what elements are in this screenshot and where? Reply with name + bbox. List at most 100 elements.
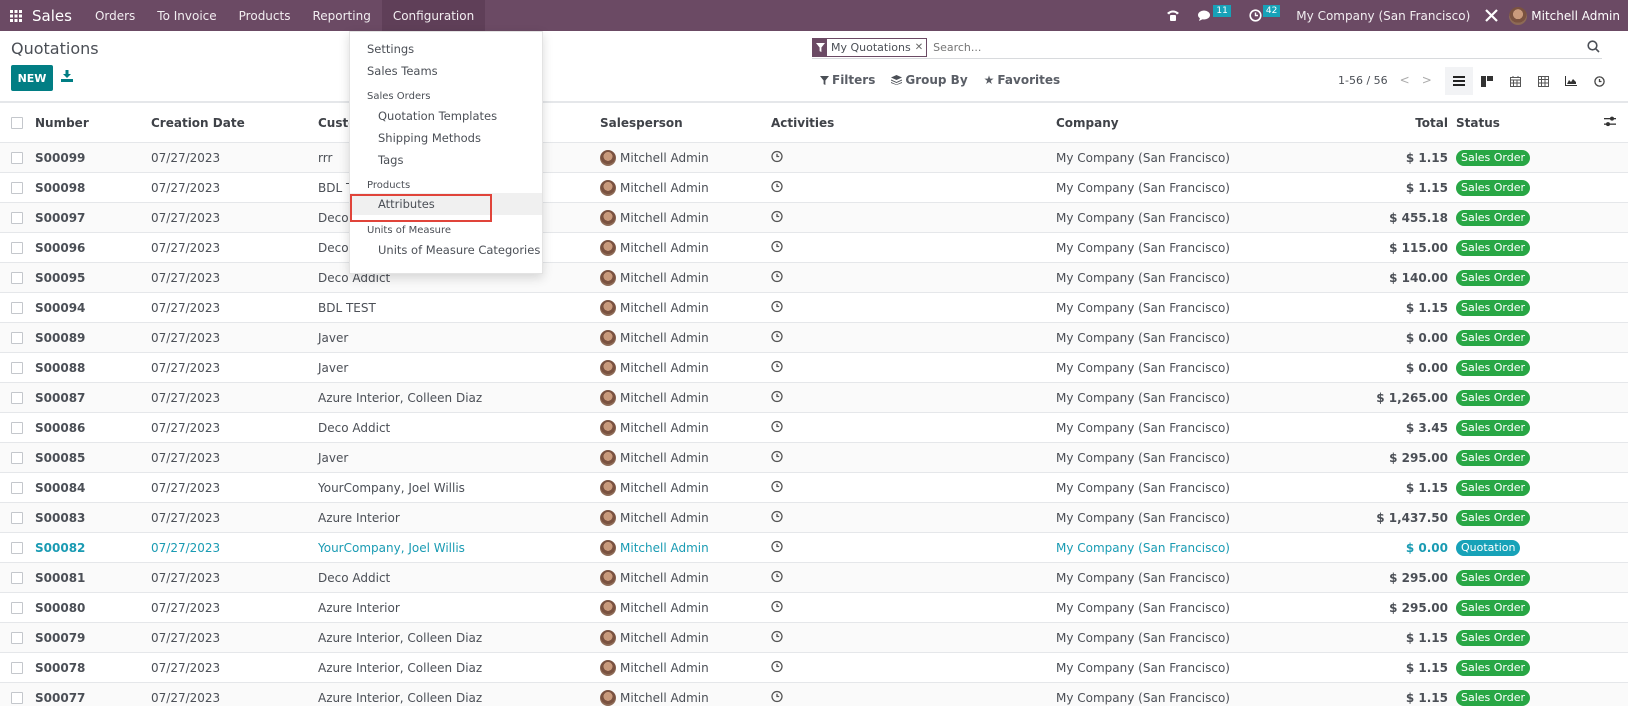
menu-item-uom-categories[interactable]: Units of Measure Categories [350, 239, 542, 261]
table-row[interactable]: S00079 07/27/2023 Azure Interior, Colleen … [0, 623, 1628, 653]
activity-button[interactable] [771, 540, 783, 555]
row-checkbox[interactable] [11, 481, 23, 494]
menu-products[interactable]: Products [228, 0, 302, 31]
menu-item-sales-teams[interactable]: Sales Teams [350, 60, 542, 82]
view-kanban-button[interactable] [1473, 67, 1501, 95]
header-total[interactable]: Total [1415, 116, 1448, 130]
menu-configuration[interactable]: Configuration [381, 0, 486, 31]
favorites-toggle[interactable]: ★ Favorites [984, 73, 1060, 87]
header-company[interactable]: Company [1056, 116, 1119, 130]
header-activities[interactable]: Activities [771, 116, 834, 130]
facet-remove-icon[interactable]: ✕ [915, 42, 926, 53]
messages-button[interactable]: 11 [1198, 4, 1231, 22]
activity-button[interactable] [771, 600, 783, 615]
activity-button[interactable] [771, 270, 783, 285]
table-row[interactable]: S00094 07/27/2023 BDL TEST Mitchell Admin My… [0, 293, 1628, 323]
activity-button[interactable] [771, 510, 783, 525]
table-row[interactable]: S00083 07/27/2023 Azure Interior Mitchell A… [0, 503, 1628, 533]
view-graph-button[interactable] [1557, 67, 1585, 95]
activity-button[interactable] [771, 240, 783, 255]
activity-button[interactable] [771, 330, 783, 345]
menu-item-settings[interactable]: Settings [350, 38, 542, 60]
pager-value[interactable]: 1-56 / 56 [1338, 74, 1388, 87]
download-button[interactable] [61, 70, 75, 84]
table-row[interactable]: S00087 07/27/2023 Azure Interior, Colleen … [0, 383, 1628, 413]
phone-button[interactable] [1166, 9, 1180, 22]
optional-columns-toggle[interactable] [1604, 116, 1616, 130]
table-row[interactable]: S0009607/27/2023Deco AddictMitchell Admi… [0, 233, 1628, 263]
groupby-toggle[interactable]: Group By [891, 73, 968, 87]
row-checkbox[interactable] [11, 541, 23, 554]
table-row[interactable]: S0009707/27/2023Deco AddictMitchell Admi… [0, 203, 1628, 233]
row-checkbox[interactable] [11, 301, 23, 314]
row-checkbox[interactable] [11, 361, 23, 374]
activity-button[interactable] [771, 210, 783, 225]
row-checkbox[interactable] [11, 631, 23, 644]
activity-button[interactable] [771, 360, 783, 375]
row-checkbox[interactable] [11, 571, 23, 584]
user-menu[interactable]: Mitchell Admin [1509, 6, 1620, 25]
table-row[interactable]: S00080 07/27/2023 Azure Interior Mitchell A… [0, 593, 1628, 623]
filters-toggle[interactable]: Filters [820, 73, 875, 87]
table-row[interactable]: S00077 07/27/2023 Azure Interior, Colleen … [0, 683, 1628, 706]
search-icon[interactable] [1587, 40, 1600, 56]
activity-button[interactable] [771, 300, 783, 315]
view-calendar-button[interactable] [1501, 67, 1529, 95]
row-checkbox[interactable] [11, 451, 23, 464]
activity-button[interactable] [771, 420, 783, 435]
pager-previous-icon[interactable]: < [1400, 73, 1410, 87]
app-brand[interactable]: Sales [32, 7, 72, 25]
table-row[interactable]: S00084 07/27/2023 YourCompany, Joel Willis… [0, 473, 1628, 503]
activity-button[interactable] [771, 390, 783, 405]
activity-button[interactable] [771, 690, 783, 705]
table-row[interactable]: S00095 07/27/2023 Deco Addict Mitchell Admi… [0, 263, 1628, 293]
table-row[interactable]: S00081 07/27/2023 Deco Addict Mitchell Admi… [0, 563, 1628, 593]
row-checkbox[interactable] [11, 421, 23, 434]
row-checkbox[interactable] [11, 661, 23, 674]
menu-item-quotation-templates[interactable]: Quotation Templates [350, 105, 542, 127]
apps-menu-button[interactable] [2, 0, 30, 31]
table-row[interactable]: S00089 07/27/2023 Javer Mitchell Admin My Co… [0, 323, 1628, 353]
row-checkbox[interactable] [11, 271, 23, 284]
menu-item-tags[interactable]: Tags [350, 149, 542, 171]
row-checkbox[interactable] [11, 391, 23, 404]
pager-next-icon[interactable]: > [1422, 73, 1432, 87]
activities-button[interactable]: 42 [1249, 4, 1281, 22]
row-checkbox[interactable] [11, 601, 23, 614]
row-checkbox[interactable] [11, 211, 23, 224]
row-checkbox[interactable] [11, 511, 23, 524]
activity-button[interactable] [771, 630, 783, 645]
menu-to-invoice[interactable]: To Invoice [146, 0, 227, 31]
table-row[interactable]: S00098 07/27/2023 BDL TEST Mitchell Admin My… [0, 173, 1628, 203]
table-row[interactable]: S00082 07/27/2023 YourCompany, Joel Willis… [0, 533, 1628, 563]
menu-orders[interactable]: Orders [84, 0, 146, 31]
company-switcher[interactable]: My Company (San Francisco) [1296, 9, 1470, 23]
activity-button[interactable] [771, 660, 783, 675]
activity-button[interactable] [771, 450, 783, 465]
row-checkbox[interactable] [11, 691, 23, 704]
row-checkbox[interactable] [11, 331, 23, 344]
table-row[interactable]: S00088 07/27/2023 Javer Mitchell Admin My Co… [0, 353, 1628, 383]
debug-tools-button[interactable] [1484, 8, 1499, 23]
activity-button[interactable] [771, 150, 783, 165]
row-checkbox[interactable] [11, 241, 23, 254]
header-number[interactable]: Number [35, 116, 89, 130]
view-list-button[interactable] [1445, 67, 1473, 95]
activity-button[interactable] [771, 480, 783, 495]
header-status[interactable]: Status [1456, 116, 1500, 130]
activity-button[interactable] [771, 180, 783, 195]
table-row[interactable]: S00085 07/27/2023 Javer Mitchell Admin My Co… [0, 443, 1628, 473]
view-activity-button[interactable] [1585, 67, 1613, 95]
new-button[interactable]: NEW [11, 65, 53, 91]
row-checkbox[interactable] [11, 151, 23, 164]
select-all-checkbox[interactable] [11, 116, 23, 129]
search-facet[interactable]: My Quotations ✕ [812, 38, 928, 57]
row-checkbox[interactable] [11, 181, 23, 194]
view-pivot-button[interactable] [1529, 67, 1557, 95]
menu-reporting[interactable]: Reporting [301, 0, 381, 31]
header-creation-date[interactable]: Creation Date [151, 116, 245, 130]
search-input[interactable] [933, 41, 1534, 54]
header-salesperson[interactable]: Salesperson [600, 116, 683, 130]
activity-button[interactable] [771, 570, 783, 585]
table-row[interactable]: S00099 07/27/2023 rrr Mitchell Admin My Comp… [0, 143, 1628, 173]
